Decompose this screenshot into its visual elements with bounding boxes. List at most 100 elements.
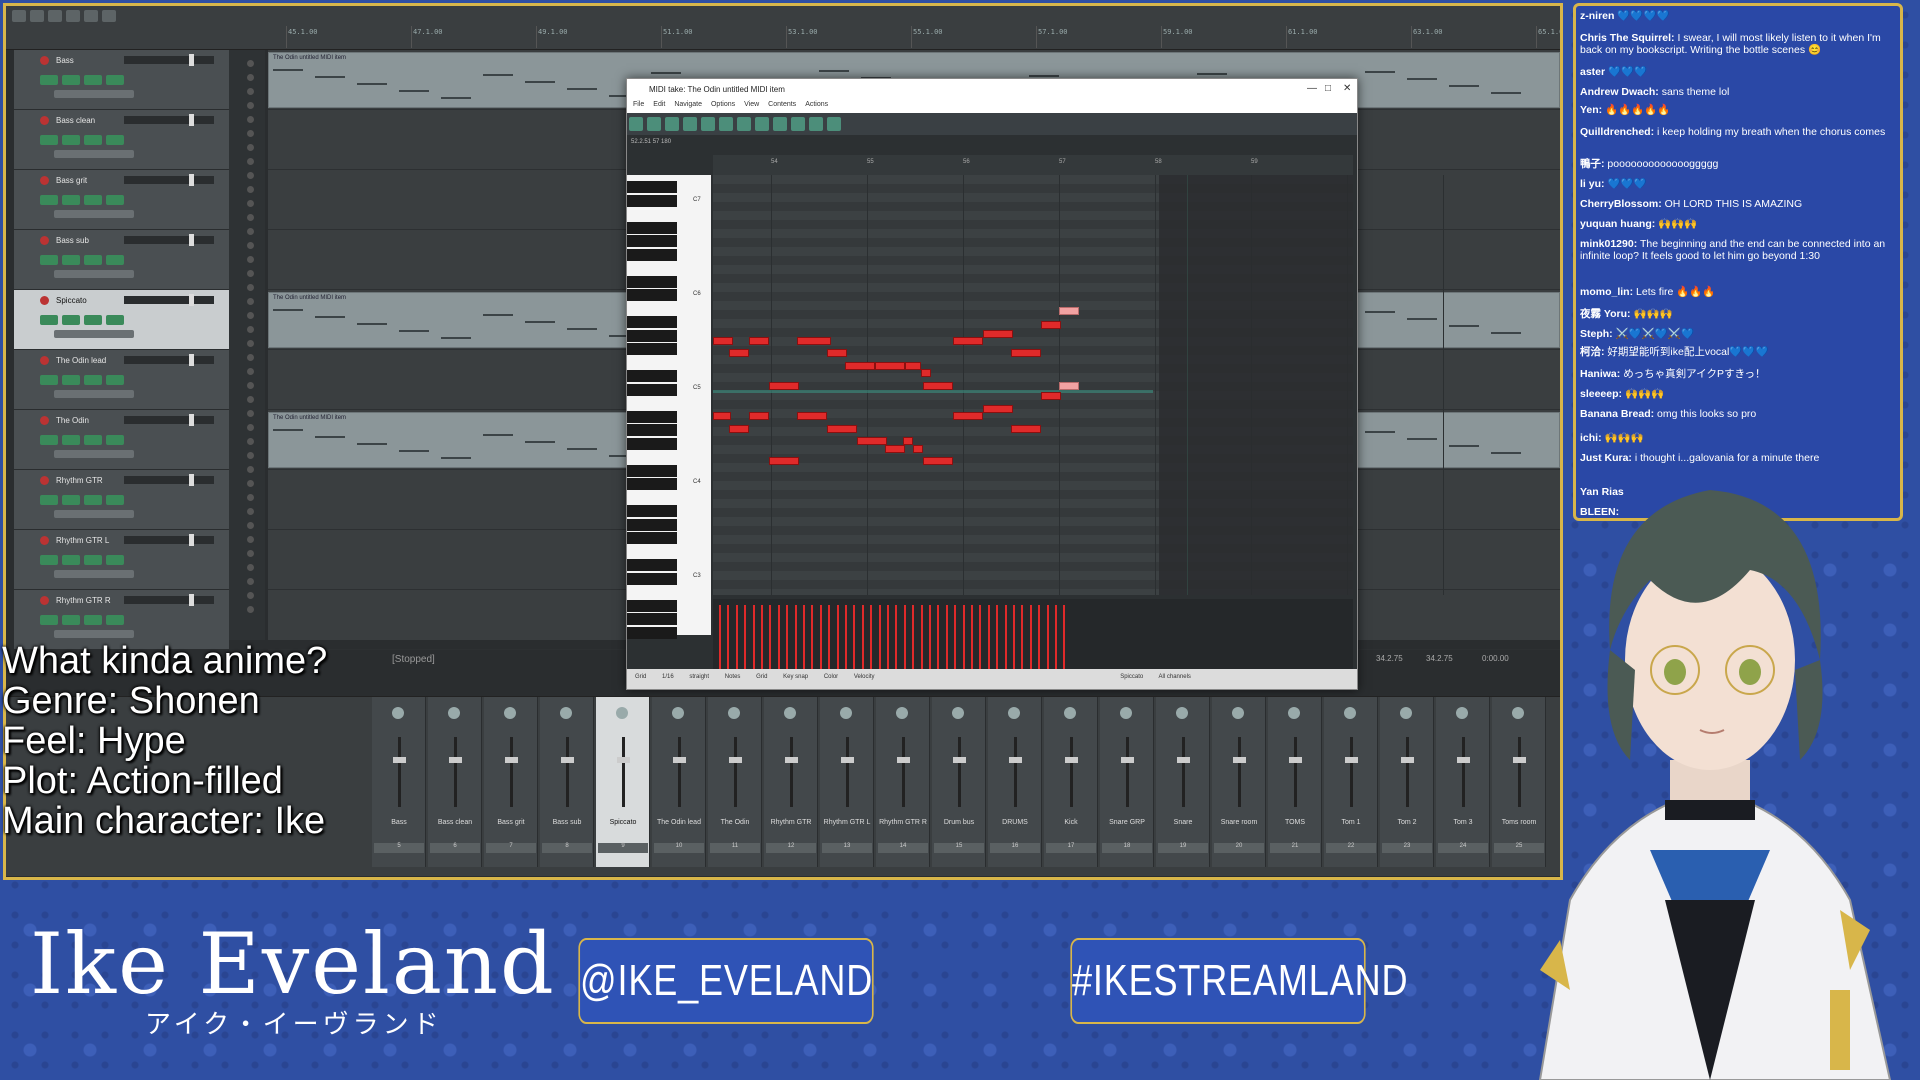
toolbar-button-icon[interactable]	[701, 117, 715, 131]
track-button[interactable]	[62, 255, 80, 265]
velocity-bar[interactable]	[836, 605, 839, 669]
black-key[interactable]	[627, 626, 677, 639]
mixer-fader[interactable]	[505, 737, 518, 807]
track-pan[interactable]	[54, 570, 134, 578]
velocity-bar[interactable]	[996, 605, 999, 669]
toolbar-button-icon[interactable]	[719, 117, 733, 131]
close-icon[interactable]: ✕	[1343, 83, 1351, 94]
midi-menu-item[interactable]: File	[633, 101, 644, 108]
velocity-bar[interactable]	[828, 605, 831, 669]
track-header[interactable]: The Odin lead	[14, 350, 229, 410]
pan-knob[interactable]	[1232, 707, 1244, 719]
velocity-bar[interactable]	[744, 605, 747, 669]
mixer-fader[interactable]	[1457, 737, 1470, 807]
toolbar-button-icon[interactable]	[737, 117, 751, 131]
midi-note[interactable]	[713, 337, 733, 345]
black-key[interactable]	[627, 613, 677, 625]
midi-note[interactable]	[827, 349, 847, 357]
midi-note[interactable]	[845, 362, 875, 370]
track-button[interactable]	[62, 615, 80, 625]
track-button[interactable]	[62, 195, 80, 205]
track-pan[interactable]	[54, 390, 134, 398]
midi-editor-window[interactable]: MIDI take: The Odin untitled MIDI item —…	[626, 78, 1444, 690]
pan-knob[interactable]	[560, 707, 572, 719]
velocity-bar[interactable]	[895, 605, 898, 669]
midi-note[interactable]	[1059, 382, 1079, 390]
track-volume-fader[interactable]	[124, 174, 214, 186]
midi-menu-item[interactable]: Edit	[653, 101, 665, 108]
black-key[interactable]	[627, 275, 677, 288]
velocity-bar[interactable]	[1063, 605, 1066, 669]
mixer-fader[interactable]	[1065, 737, 1078, 807]
black-key[interactable]	[627, 181, 677, 193]
black-key[interactable]	[627, 316, 677, 328]
track-volume-fader[interactable]	[124, 534, 214, 546]
black-key[interactable]	[627, 518, 677, 531]
velocity-bar[interactable]	[987, 605, 990, 669]
midi-note[interactable]	[1041, 321, 1061, 329]
track-header[interactable]: Bass	[14, 50, 229, 110]
pan-knob[interactable]	[392, 707, 404, 719]
pan-knob[interactable]	[896, 707, 908, 719]
velocity-bar[interactable]	[937, 605, 940, 669]
mixer-fader[interactable]	[393, 737, 406, 807]
track-button[interactable]	[84, 135, 102, 145]
velocity-lane[interactable]	[713, 599, 1353, 669]
record-arm-icon[interactable]	[40, 176, 49, 185]
mixer-strip[interactable]: Snare GRP 18	[1100, 697, 1154, 867]
mixer-fader[interactable]	[785, 737, 798, 807]
maximize-icon[interactable]: □	[1325, 83, 1331, 94]
track-button[interactable]	[62, 495, 80, 505]
snap-icon[interactable]	[66, 10, 80, 22]
midi-note[interactable]	[905, 362, 921, 370]
black-key[interactable]	[627, 478, 677, 490]
midi-menu-item[interactable]: Navigate	[674, 101, 702, 108]
toolbar-button-icon[interactable]	[647, 117, 661, 131]
black-key[interactable]	[627, 343, 677, 355]
track-button[interactable]	[62, 135, 80, 145]
track-pan[interactable]	[54, 630, 134, 638]
midi-note[interactable]	[923, 382, 953, 390]
mixer-strip[interactable]: Rhythm GTR L 13	[820, 697, 874, 867]
channel-select[interactable]: All channels	[1159, 674, 1191, 680]
track-header[interactable]: The Odin	[14, 410, 229, 470]
track-button[interactable]	[84, 75, 102, 85]
track-button[interactable]	[84, 495, 102, 505]
velocity-bar[interactable]	[794, 605, 797, 669]
midi-note[interactable]	[749, 412, 769, 420]
grid-select[interactable]: 1/16	[662, 674, 674, 680]
velocity-bar[interactable]	[735, 605, 738, 669]
mixer-strip[interactable]: Rhythm GTR R 14	[876, 697, 930, 867]
midi-note[interactable]	[769, 382, 799, 390]
record-arm-icon[interactable]	[40, 596, 49, 605]
velocity-bar[interactable]	[1013, 605, 1015, 669]
velocity-bar[interactable]	[929, 605, 931, 669]
mixer-strip[interactable]: Tom 3 24	[1436, 697, 1490, 867]
record-arm-icon[interactable]	[40, 356, 49, 365]
mixer-strip[interactable]: Tom 1 22	[1324, 697, 1378, 867]
mixer-strip[interactable]: The Odin 11	[708, 697, 762, 867]
mixer-strip[interactable]: Snare 19	[1156, 697, 1210, 867]
velocity-bar[interactable]	[727, 605, 730, 669]
midi-note[interactable]	[1011, 349, 1041, 357]
mixer-strip[interactable]: Bass clean 6	[428, 697, 482, 867]
velocity-bar[interactable]	[853, 605, 856, 669]
track-button[interactable]	[84, 255, 102, 265]
black-key[interactable]	[627, 505, 677, 517]
mixer-fader[interactable]	[841, 737, 854, 807]
mixer-strip[interactable]: The Odin lead 10	[652, 697, 706, 867]
pan-knob[interactable]	[728, 707, 740, 719]
black-key[interactable]	[627, 424, 677, 436]
pan-knob[interactable]	[1344, 707, 1356, 719]
loop-icon[interactable]	[84, 10, 98, 22]
black-key[interactable]	[627, 532, 677, 544]
mixer-strip[interactable]: Kick 17	[1044, 697, 1098, 867]
track-button[interactable]	[40, 195, 58, 205]
mixer-strip[interactable]: TOMS 21	[1268, 697, 1322, 867]
midi-menu-item[interactable]: Actions	[805, 101, 828, 108]
pan-knob[interactable]	[1120, 707, 1132, 719]
velocity-bar[interactable]	[845, 605, 847, 669]
record-arm-icon[interactable]	[40, 416, 49, 425]
track-pan[interactable]	[54, 150, 134, 158]
midi-note[interactable]	[953, 412, 983, 420]
